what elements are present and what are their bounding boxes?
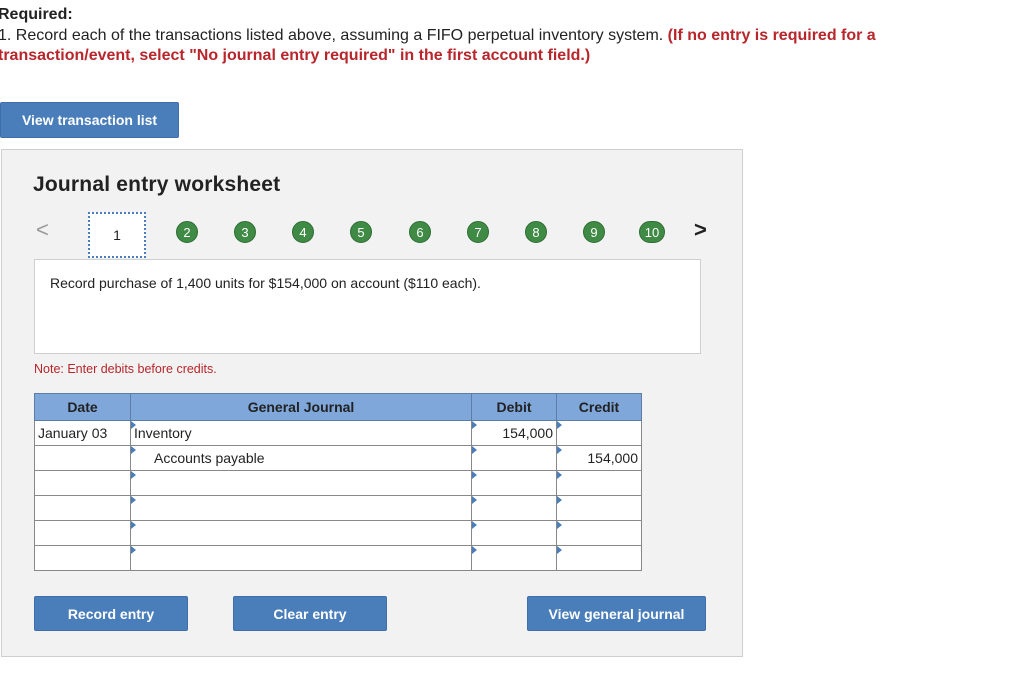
input-marker-icon xyxy=(557,446,562,454)
worksheet-title: Journal entry worksheet xyxy=(33,173,281,196)
journal-entry-worksheet: Journal entry worksheet < 1 2 3 4 5 6 7 … xyxy=(1,149,743,657)
dropdown-marker-icon xyxy=(131,471,136,479)
input-marker-icon xyxy=(472,521,477,529)
input-marker-icon xyxy=(557,496,562,504)
journal-header-row: Date General Journal Debit Credit xyxy=(34,393,642,421)
debit-field[interactable] xyxy=(471,545,557,571)
date-field[interactable] xyxy=(34,545,131,571)
date-field[interactable] xyxy=(34,495,131,521)
instruction-text: 1. Record each of the transactions liste… xyxy=(0,27,668,44)
step-10[interactable]: 10 xyxy=(639,221,665,243)
required-heading: Required: xyxy=(0,6,73,23)
credit-field[interactable] xyxy=(556,545,642,571)
date-field[interactable]: January 03 xyxy=(34,420,131,446)
instruction-line-2: transaction/event, select "No journal en… xyxy=(0,47,591,64)
account-value: Inventory xyxy=(134,425,192,441)
date-field[interactable] xyxy=(34,520,131,546)
step-7[interactable]: 7 xyxy=(467,221,489,243)
input-marker-icon xyxy=(557,471,562,479)
instruction-red-text: (If no entry is required for a xyxy=(667,27,876,44)
account-field[interactable] xyxy=(130,495,472,521)
step-5[interactable]: 5 xyxy=(350,221,372,243)
date-field[interactable] xyxy=(34,445,131,471)
credit-field[interactable] xyxy=(556,495,642,521)
input-marker-icon xyxy=(472,471,477,479)
credit-value: 154,000 xyxy=(587,450,638,466)
debit-value: 154,000 xyxy=(502,425,553,441)
debit-field[interactable] xyxy=(471,445,557,471)
debit-field[interactable] xyxy=(471,470,557,496)
account-field[interactable] xyxy=(130,520,472,546)
input-marker-icon xyxy=(472,496,477,504)
input-marker-icon xyxy=(557,521,562,529)
next-arrow-icon[interactable]: > xyxy=(694,218,707,242)
table-row: Accounts payable 154,000 xyxy=(34,445,642,471)
debit-header: Debit xyxy=(471,393,557,421)
input-marker-icon xyxy=(472,546,477,554)
transaction-description-box: Record purchase of 1,400 units for $154,… xyxy=(34,259,701,354)
input-marker-icon xyxy=(472,446,477,454)
date-field[interactable] xyxy=(34,470,131,496)
account-field[interactable]: Accounts payable xyxy=(130,445,472,471)
step-3[interactable]: 3 xyxy=(234,221,256,243)
account-value: Accounts payable xyxy=(154,450,265,466)
table-row xyxy=(34,520,642,546)
dropdown-marker-icon xyxy=(131,546,136,554)
table-row: January 03 Inventory 154,000 xyxy=(34,420,642,446)
general-journal-header: General Journal xyxy=(130,393,472,421)
table-row xyxy=(34,495,642,521)
transaction-description: Record purchase of 1,400 units for $154,… xyxy=(50,275,481,291)
table-row xyxy=(34,470,642,496)
account-field[interactable] xyxy=(130,545,472,571)
debit-field[interactable] xyxy=(471,495,557,521)
step-9[interactable]: 9 xyxy=(583,221,605,243)
record-entry-button[interactable]: Record entry xyxy=(34,596,188,631)
debits-note: Note: Enter debits before credits. xyxy=(34,362,217,376)
input-marker-icon xyxy=(557,546,562,554)
journal-table: Date General Journal Debit Credit Januar… xyxy=(34,393,642,571)
account-field[interactable]: Inventory xyxy=(130,420,472,446)
step-8[interactable]: 8 xyxy=(525,221,547,243)
credit-field[interactable] xyxy=(556,470,642,496)
dropdown-marker-icon xyxy=(131,446,136,454)
account-field[interactable] xyxy=(130,470,472,496)
dropdown-marker-icon xyxy=(131,496,136,504)
debit-field[interactable] xyxy=(471,520,557,546)
step-1-current[interactable]: 1 xyxy=(88,212,146,258)
credit-field[interactable] xyxy=(556,420,642,446)
instruction-line-1: 1. Record each of the transactions liste… xyxy=(0,27,876,45)
step-6[interactable]: 6 xyxy=(409,221,431,243)
credit-header: Credit xyxy=(556,393,642,421)
step-4[interactable]: 4 xyxy=(292,221,314,243)
credit-field[interactable]: 154,000 xyxy=(556,445,642,471)
credit-field[interactable] xyxy=(556,520,642,546)
dropdown-marker-icon xyxy=(131,521,136,529)
clear-entry-button[interactable]: Clear entry xyxy=(233,596,387,631)
view-general-journal-button[interactable]: View general journal xyxy=(527,596,706,631)
table-row xyxy=(34,545,642,571)
input-marker-icon xyxy=(472,421,477,429)
previous-arrow-icon[interactable]: < xyxy=(36,218,49,242)
step-2[interactable]: 2 xyxy=(176,221,198,243)
view-transaction-list-button[interactable]: View transaction list xyxy=(0,102,179,138)
dropdown-marker-icon xyxy=(131,421,136,429)
input-marker-icon xyxy=(557,421,562,429)
date-header: Date xyxy=(34,393,131,421)
debit-field[interactable]: 154,000 xyxy=(471,420,557,446)
